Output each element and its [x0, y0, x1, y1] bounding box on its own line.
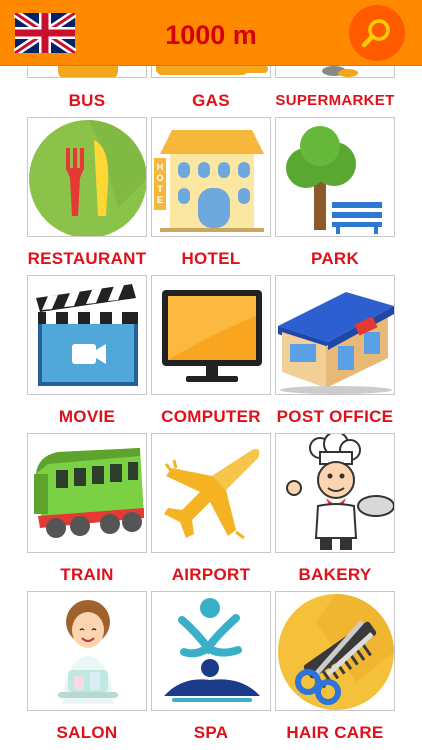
category-tile-airport[interactable]: [151, 433, 271, 553]
category-label-supermarket[interactable]: SUPERMARKET: [270, 92, 400, 109]
category-tile-salon[interactable]: [27, 591, 147, 711]
airplane-icon: [164, 449, 260, 540]
category-label-salon[interactable]: SALON: [22, 723, 152, 743]
salon-woman-icon: [58, 600, 118, 704]
post-office-building-icon: [278, 292, 394, 394]
clapperboard-icon: [36, 284, 138, 386]
category-tile-hotel[interactable]: H O T E: [151, 117, 271, 237]
svg-text:T: T: [157, 184, 163, 194]
chef-icon: [286, 434, 394, 550]
category-label-spa[interactable]: SPA: [146, 723, 276, 743]
category-label-hotel[interactable]: HOTEL: [146, 249, 276, 269]
category-label-airport[interactable]: AIRPORT: [146, 565, 276, 585]
category-label-bus[interactable]: BUS: [22, 91, 152, 111]
category-label-gas[interactable]: GAS: [146, 91, 276, 111]
category-tile-restaurant[interactable]: [27, 117, 147, 237]
category-label-restaurant[interactable]: RESTAURANT: [22, 249, 152, 269]
category-label-park[interactable]: PARK: [270, 249, 400, 269]
category-tile-post-office[interactable]: [275, 275, 395, 395]
monitor-icon: [162, 290, 262, 382]
category-label-computer[interactable]: COMPUTER: [146, 407, 276, 427]
category-label-post-office[interactable]: POST OFFICE: [270, 407, 400, 427]
uk-flag-icon[interactable]: [14, 13, 76, 53]
fork-knife-icon: [29, 120, 146, 236]
tree-bench-icon: [286, 126, 382, 234]
category-label-hair-care[interactable]: HAIR CARE: [270, 723, 400, 743]
category-tile-movie[interactable]: [27, 275, 147, 395]
comb-scissors-icon: [278, 594, 394, 710]
svg-text:O: O: [156, 173, 163, 183]
search-button[interactable]: [349, 5, 405, 61]
category-tile-bakery[interactable]: [275, 433, 395, 553]
category-grid: BUS GAS SUPERMARKET RESTAURANT H O T E H…: [0, 0, 422, 750]
spa-massage-icon: [164, 598, 260, 702]
category-label-bakery[interactable]: BAKERY: [270, 565, 400, 585]
search-icon: [361, 19, 390, 48]
category-tile-train[interactable]: [27, 433, 147, 553]
category-tile-hair-care[interactable]: [275, 591, 395, 711]
category-tile-spa[interactable]: [151, 591, 271, 711]
category-tile-computer[interactable]: [151, 275, 271, 395]
train-icon: [34, 448, 144, 538]
top-bar: 1000 m: [0, 0, 422, 66]
category-tile-park[interactable]: [275, 117, 395, 237]
category-label-movie[interactable]: MOVIE: [22, 407, 152, 427]
svg-text:H: H: [157, 162, 164, 172]
svg-text:E: E: [157, 195, 163, 205]
hotel-building-icon: H O T E: [154, 130, 264, 232]
category-label-train[interactable]: TRAIN: [22, 565, 152, 585]
